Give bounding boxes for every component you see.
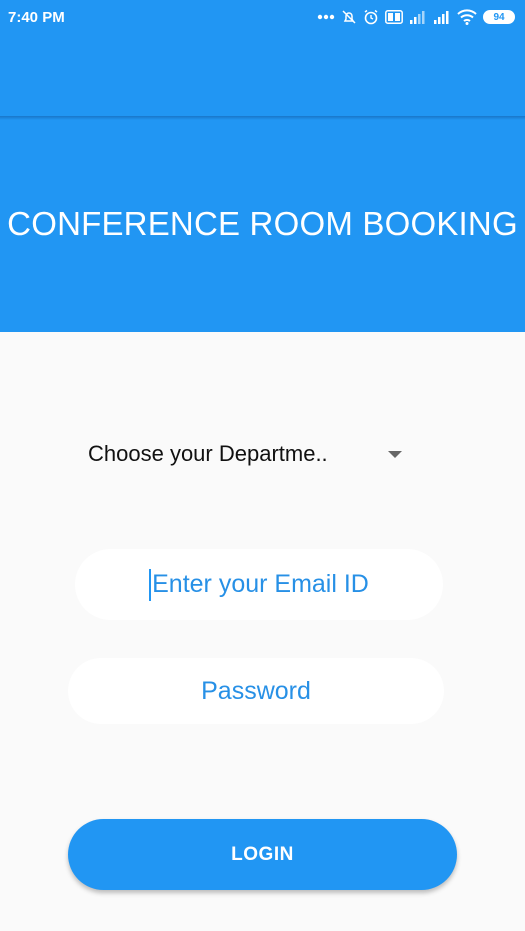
alarm-off-icon xyxy=(341,9,357,25)
department-dropdown-value: Choose your Departme.. xyxy=(88,441,328,466)
header-banner: CONFERENCE ROOM BOOKING xyxy=(0,116,525,332)
signal-icon xyxy=(433,10,451,24)
signal-icon xyxy=(409,10,427,24)
email-placeholder: Enter your Email ID xyxy=(152,570,369,598)
login-button[interactable]: LOGIN xyxy=(68,819,457,890)
battery-icon: 94 xyxy=(483,10,515,24)
app-bar-shadow xyxy=(0,116,525,120)
password-placeholder: Password xyxy=(201,676,311,705)
status-bar: 7:40 PM 94 xyxy=(0,0,525,34)
status-icons: 94 xyxy=(317,9,515,25)
email-field[interactable]: Enter your Email ID xyxy=(75,549,443,620)
alarm-clock-icon xyxy=(363,9,379,25)
page-title: CONFERENCE ROOM BOOKING xyxy=(7,205,518,242)
app-bar xyxy=(0,34,525,116)
status-time: 7:40 PM xyxy=(8,8,65,26)
more-dots-icon xyxy=(317,14,335,20)
text-cursor xyxy=(149,568,152,601)
volte-icon xyxy=(385,10,403,24)
wifi-icon xyxy=(457,9,477,25)
department-dropdown[interactable]: Choose your Departme.. xyxy=(88,434,406,474)
password-field[interactable]: Password xyxy=(68,658,444,724)
dropdown-arrow-icon xyxy=(388,450,402,458)
login-button-label: LOGIN xyxy=(231,843,294,865)
